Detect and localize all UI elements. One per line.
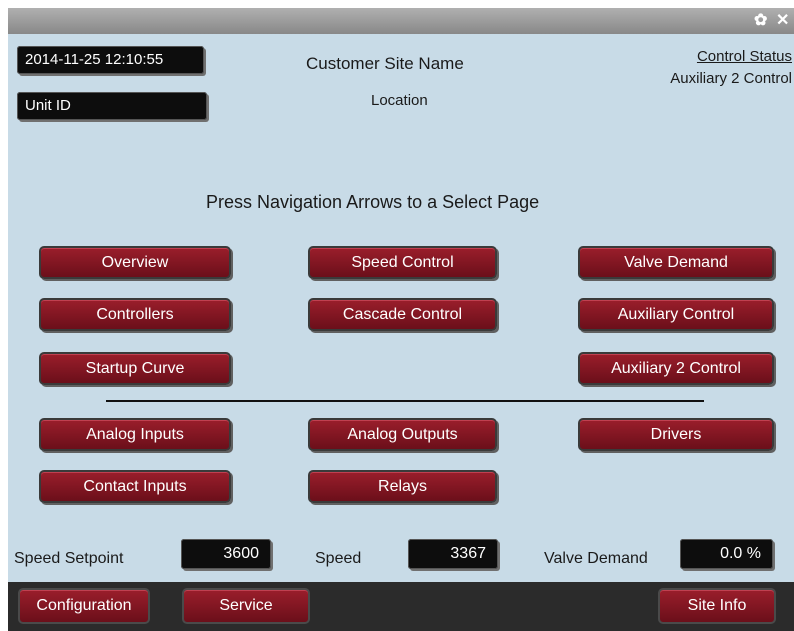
unit-id-display: Unit ID	[17, 92, 207, 120]
instructions-text: Press Navigation Arrows to a Select Page	[206, 192, 540, 212]
datetime-display: 2014-11-25 12:10:55	[17, 46, 204, 74]
left-margin	[0, 0, 8, 631]
title-bar: ✿ ✕	[8, 8, 794, 34]
speed-value: 3367	[408, 539, 498, 569]
speed-label: Speed	[315, 550, 362, 567]
cascade-control-button[interactable]: Cascade Control	[308, 298, 497, 331]
valve-demand-button[interactable]: Valve Demand	[578, 246, 774, 279]
valve-demand-value: 0.0 %	[680, 539, 773, 569]
auxiliary-control-button[interactable]: Auxiliary Control	[578, 298, 774, 331]
main-panel: 2014-11-25 12:10:55 Unit ID Customer Sit…	[8, 34, 794, 582]
site-name: Customer Site Name	[306, 54, 464, 73]
analog-outputs-button[interactable]: Analog Outputs	[308, 418, 497, 451]
startup-curve-button[interactable]: Startup Curve	[39, 352, 231, 385]
controllers-button[interactable]: Controllers	[39, 298, 231, 331]
section-divider	[106, 400, 704, 402]
auxiliary-2-control-button[interactable]: Auxiliary 2 Control	[578, 352, 774, 385]
speed-setpoint-value: 3600	[181, 539, 271, 569]
control-mode-text: Auxiliary 2 Control	[670, 70, 792, 87]
gear-icon[interactable]: ✿	[754, 11, 767, 31]
analog-inputs-button[interactable]: Analog Inputs	[39, 418, 231, 451]
close-icon[interactable]: ✕	[776, 11, 789, 31]
service-button[interactable]: Service	[182, 588, 310, 624]
footer-bar: Configuration Service Site Info	[8, 582, 794, 631]
relays-button[interactable]: Relays	[308, 470, 497, 503]
site-info-button[interactable]: Site Info	[658, 588, 776, 624]
valve-demand-label: Valve Demand	[544, 550, 648, 567]
control-status-link[interactable]: Control Status	[697, 48, 792, 65]
hmi-window: ✿ ✕ 2014-11-25 12:10:55 Unit ID Customer…	[0, 0, 794, 631]
location: Location	[371, 92, 428, 109]
drivers-button[interactable]: Drivers	[578, 418, 774, 451]
configuration-button[interactable]: Configuration	[18, 588, 150, 624]
overview-button[interactable]: Overview	[39, 246, 231, 279]
speed-control-button[interactable]: Speed Control	[308, 246, 497, 279]
contact-inputs-button[interactable]: Contact Inputs	[39, 470, 231, 503]
speed-setpoint-label: Speed Setpoint	[14, 550, 124, 567]
